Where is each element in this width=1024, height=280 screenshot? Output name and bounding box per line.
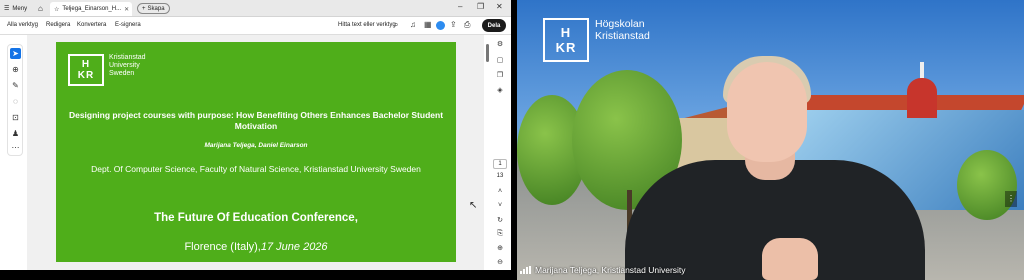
star-icon[interactable]: ☆ [54, 6, 59, 13]
refresh-icon[interactable]: ↻ [494, 216, 506, 224]
page-number-input[interactable]: 1 [493, 159, 507, 169]
person-hand [762, 238, 818, 280]
pen-icon[interactable]: ✎ [10, 80, 21, 91]
zoom-icon[interactable]: ⊕ [10, 64, 21, 75]
layers-icon[interactable]: ◈ [494, 86, 506, 94]
create-button[interactable]: + Skapa [137, 3, 170, 14]
logo-letters-kr: KR [555, 40, 577, 55]
participant-video: H KR Högskolan Kristianstad ⋮ Marijana T… [517, 0, 1024, 280]
menu-label: Meny [12, 5, 28, 12]
select-cursor-icon[interactable]: ➤ [10, 48, 21, 59]
institution-line-1: Högskolan [595, 18, 645, 30]
mouse-cursor-icon: ↖ [469, 200, 478, 211]
menu-all-tools[interactable]: Alla verktyg [7, 22, 38, 28]
paper-department: Dept. Of Computer Science, Faculty of Na… [91, 164, 421, 174]
menu-e-sign[interactable]: E-signera [115, 22, 141, 28]
headphones-icon[interactable]: ♫ [410, 20, 416, 29]
tab-title: Teljega_Einarson_H... [62, 6, 122, 12]
zoom-out-icon[interactable]: ⊖ [494, 258, 506, 266]
logo-text: Kristianstad University Sweden [109, 54, 146, 78]
hkr-logo: H KR [68, 54, 104, 86]
paper-title: Designing project courses with purpose: … [68, 110, 444, 131]
upload-icon[interactable]: ⇪ [450, 20, 457, 29]
person-face [727, 62, 807, 162]
signal-strength-icon [520, 266, 531, 274]
scrollbar-thumb[interactable] [486, 44, 489, 62]
menu-convert[interactable]: Konvertera [77, 22, 106, 28]
maximize-button[interactable]: ❐ [477, 2, 484, 11]
toolbar: Alla verktyg Redigera Konvertera E-signe… [0, 17, 511, 35]
conference-date: 17 June 2026 [260, 241, 328, 253]
tree [957, 150, 1017, 220]
logo-letter-h: H [560, 25, 572, 40]
text-box-icon[interactable]: ⊡ [10, 112, 21, 123]
cloud-app-icon[interactable] [436, 21, 445, 30]
grid-icon[interactable]: ▦ [424, 20, 432, 29]
logo-line-1: Kristianstad [109, 54, 146, 61]
screen: ☰ Meny ⌂ ☆ Teljega_Einarson_H... ✕ + Ska… [0, 0, 1024, 280]
more-tools-icon[interactable]: ⋯ [10, 142, 21, 153]
annotation-toolbar: ➤ ⊕ ✎ ◌ ⊡ ♟ ⋯ [7, 44, 23, 156]
pages-icon[interactable]: ❐ [494, 71, 506, 79]
minimize-button[interactable]: – [458, 2, 462, 11]
search-icon[interactable]: ⌕ [394, 20, 398, 30]
conference-place-date: Florence (Italy),17 June 2026 [66, 241, 446, 253]
hkr-logo: H KR [543, 18, 589, 62]
page-down-icon[interactable]: ˅ [494, 202, 506, 209]
stamp-icon[interactable]: ♟ [10, 128, 21, 139]
lasso-icon[interactable]: ◌ [10, 96, 21, 107]
conference-name: The Future Of Education Conference, [154, 212, 358, 224]
participant-name: Marijana Teljega, Kristianstad Universit… [535, 265, 686, 275]
menu-button[interactable]: ☰ Meny [4, 3, 27, 14]
participant-name-bar: Marijana Teljega, Kristianstad Universit… [520, 263, 686, 277]
right-sidebar: ⚙ ▢ ❐ ◈ ˄ ˅ ↻ ⎘ ⊕ ⊖ [491, 38, 509, 270]
save-page-icon[interactable]: ⎘ [494, 230, 506, 238]
menu-edit[interactable]: Redigera [46, 22, 70, 28]
home-icon[interactable]: ⌂ [38, 4, 43, 13]
comment-icon[interactable]: ▢ [494, 56, 506, 64]
pdf-viewer-window: ☰ Meny ⌂ ☆ Teljega_Einarson_H... ✕ + Ska… [0, 0, 511, 270]
logo-line-2: University [109, 62, 140, 69]
hamburger-icon: ☰ [4, 6, 10, 12]
close-tab-icon[interactable]: ✕ [124, 6, 129, 13]
settings-icon[interactable]: ⚙ [494, 40, 506, 48]
logo-line-3: Sweden [109, 70, 135, 77]
page-up-icon[interactable]: ˄ [494, 188, 506, 195]
document-tab[interactable]: ☆ Teljega_Einarson_H... ✕ [50, 2, 132, 16]
conference-place: Florence (Italy), [184, 241, 261, 253]
search-tools-label[interactable]: Hitta text eller verktyg [338, 22, 396, 28]
print-icon[interactable]: ⎙ [464, 20, 470, 30]
plus-icon: + [142, 5, 146, 12]
create-label: Skapa [147, 5, 165, 12]
tab-bar: ☰ Meny ⌂ ☆ Teljega_Einarson_H... ✕ + Ska… [0, 0, 511, 17]
zoom-in-icon[interactable]: ⊕ [494, 244, 506, 252]
logo-letter-h: H [81, 59, 91, 70]
red-tower [907, 78, 937, 118]
institution-name: Högskolan Kristianstad [595, 18, 650, 42]
pdf-page: H KR Kristianstad University Sweden Desi… [56, 42, 456, 262]
logo-letters-kr: KR [77, 70, 95, 81]
paper-authors: Marijana Teljega, Daniel Einarson [204, 142, 308, 149]
page-total: 13 [496, 173, 504, 179]
institution-line-2: Kristianstad [595, 30, 650, 42]
more-options-icon[interactable]: ⋮ [1005, 191, 1017, 207]
close-window-button[interactable]: ✕ [496, 2, 503, 11]
share-button[interactable]: Dela [482, 19, 506, 32]
